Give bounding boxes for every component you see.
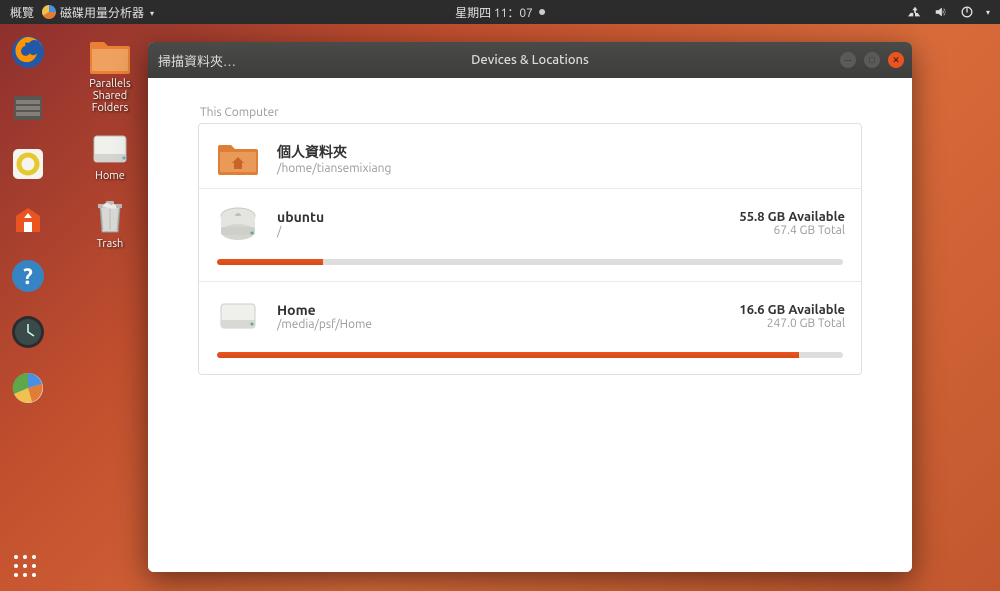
drive-path: /media/psf/Home bbox=[277, 318, 723, 331]
maximize-button[interactable]: □ bbox=[864, 52, 880, 68]
drive-available: 55.8 GB Available bbox=[739, 210, 845, 224]
dock-software[interactable] bbox=[8, 200, 48, 240]
desktop-parallels-folder[interactable]: Parallels Shared Folders bbox=[88, 36, 132, 114]
drives-panel: 個人資料夾 /home/tiansemixiang bbox=[198, 123, 862, 375]
minimize-button[interactable]: ─ bbox=[840, 52, 856, 68]
drive-row-home-folder[interactable]: 個人資料夾 /home/tiansemixiang bbox=[199, 124, 861, 189]
show-applications-button[interactable] bbox=[14, 555, 38, 579]
usage-fill bbox=[217, 259, 323, 265]
drive-available: 16.6 GB Available bbox=[739, 303, 845, 317]
desktop-icons: Parallels Shared Folders Home Trash bbox=[70, 36, 150, 250]
chevron-down-icon: ▾ bbox=[986, 8, 990, 17]
drive-path: /home/tiansemixiang bbox=[277, 162, 829, 175]
dock-disk-usage[interactable] bbox=[8, 368, 48, 408]
chevron-down-icon bbox=[148, 6, 154, 19]
drive-name: ubuntu bbox=[277, 209, 723, 225]
window-title: Devices & Locations bbox=[471, 53, 589, 67]
activities-button[interactable]: 概覽 bbox=[10, 4, 34, 21]
dock-files[interactable] bbox=[8, 88, 48, 128]
titlebar[interactable]: 掃描資料夾… Devices & Locations ─ □ ✕ bbox=[148, 42, 912, 78]
dock: ? bbox=[0, 24, 56, 591]
drive-row-ubuntu[interactable]: ubuntu / 55.8 GB Available 67.4 GB Total bbox=[199, 189, 861, 282]
close-button[interactable]: ✕ bbox=[888, 52, 904, 68]
drive-path: / bbox=[277, 225, 723, 238]
window-content: This Computer 個人資料夾 /home/tiansemixiang bbox=[148, 78, 912, 572]
disk-icon bbox=[215, 296, 261, 336]
usage-bar bbox=[217, 259, 843, 265]
top-panel: 概覽 磁碟用量分析器 星期四 11：07 ▾ bbox=[0, 0, 1000, 24]
drive-row-psf-home[interactable]: Home /media/psf/Home 16.6 GB Available 2… bbox=[199, 282, 861, 374]
usage-fill bbox=[217, 352, 799, 358]
app-menu[interactable]: 磁碟用量分析器 bbox=[42, 4, 154, 21]
dock-firefox[interactable] bbox=[8, 32, 48, 72]
desktop-trash[interactable]: Trash bbox=[88, 196, 132, 250]
scan-folder-button[interactable]: 掃描資料夾… bbox=[158, 55, 236, 69]
svg-text:?: ? bbox=[23, 264, 33, 289]
drive-total: 67.4 GB Total bbox=[739, 224, 845, 237]
disk-usage-icon bbox=[42, 5, 56, 19]
drive-name: 個人資料夾 bbox=[277, 142, 829, 162]
notification-dot-icon bbox=[539, 9, 545, 15]
volume-icon bbox=[934, 5, 948, 19]
dock-help[interactable]: ? bbox=[8, 256, 48, 296]
clock-area[interactable]: 星期四 11：07 bbox=[455, 4, 545, 21]
drive-name: Home bbox=[277, 302, 723, 318]
drive-total: 247.0 GB Total bbox=[739, 317, 845, 330]
network-icon bbox=[908, 5, 922, 19]
folder-home-icon bbox=[215, 138, 261, 178]
dock-rhythmbox[interactable] bbox=[8, 144, 48, 184]
desktop-home-drive[interactable]: Home bbox=[88, 128, 132, 182]
power-icon bbox=[960, 5, 974, 19]
disk-usage-window: 掃描資料夾… Devices & Locations ─ □ ✕ This Co… bbox=[148, 42, 912, 572]
dock-clock[interactable] bbox=[8, 312, 48, 352]
system-tray[interactable]: ▾ bbox=[908, 5, 990, 19]
section-label: This Computer bbox=[200, 106, 862, 119]
disk-icon bbox=[215, 203, 261, 243]
usage-bar bbox=[217, 352, 843, 358]
